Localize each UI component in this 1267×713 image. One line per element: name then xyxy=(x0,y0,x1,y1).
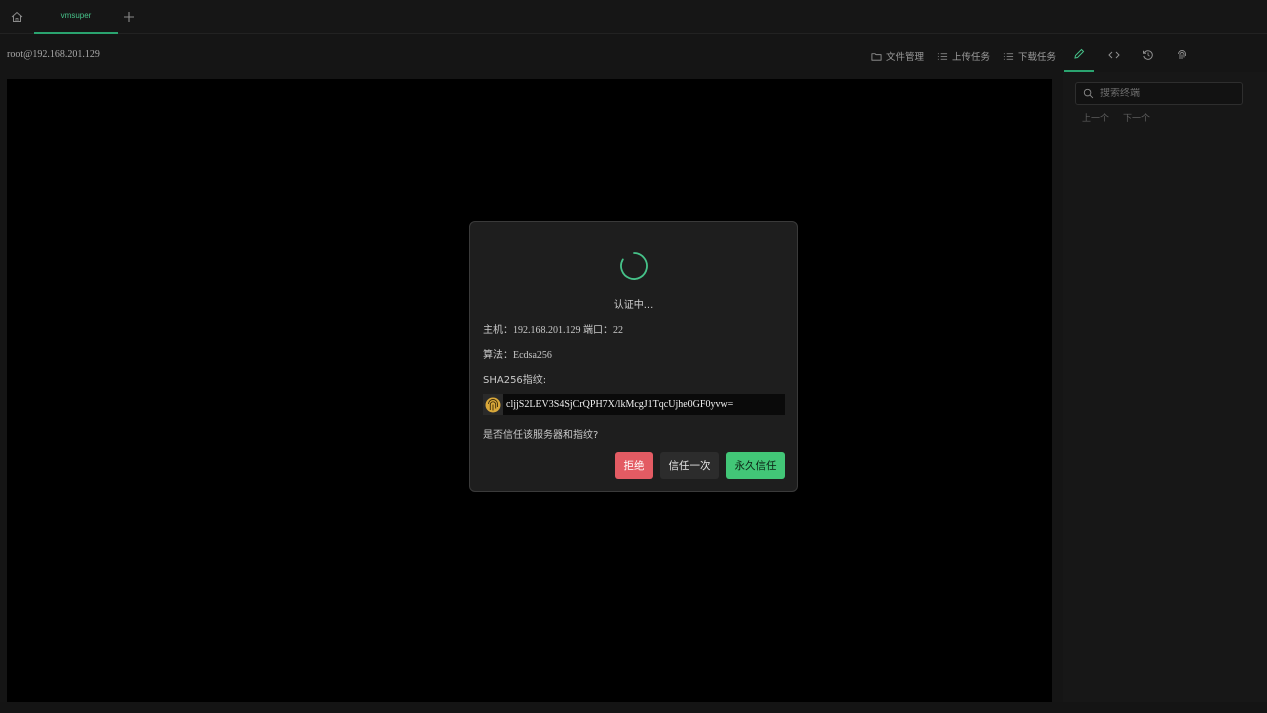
app-window: vmsuper root@192.168.201.129 文件管理 上传任务 下… xyxy=(0,0,1267,713)
host-key-dialog: 认证中... 主机：192.168.201.129 端口：22 算法：Ecdsa… xyxy=(469,221,798,492)
session-toolbar: root@192.168.201.129 文件管理 上传任务 下载任务 xyxy=(0,38,1267,72)
search-next-button[interactable]: 下一个 xyxy=(1123,111,1150,124)
host-port-line: 主机：192.168.201.129 端口：22 xyxy=(483,321,623,336)
fingerprint-label: SHA256指纹: xyxy=(483,375,547,386)
upload-tasks-button[interactable]: 上传任务 xyxy=(937,50,991,63)
file-manager-button[interactable]: 文件管理 xyxy=(871,50,925,63)
tab-bar: vmsuper xyxy=(0,0,1267,34)
reject-button[interactable]: 拒绝 xyxy=(615,452,653,479)
file-manager-label: 文件管理 xyxy=(886,52,925,63)
auth-status-text: 认证中... xyxy=(613,300,654,311)
trust-forever-button[interactable]: 永久信任 xyxy=(726,452,785,479)
fingerprint-icon xyxy=(1178,50,1186,59)
download-tasks-label: 下载任务 xyxy=(1018,52,1057,63)
history-icon xyxy=(1143,50,1153,60)
fingerprint-icon xyxy=(483,394,503,415)
upload-tasks-label: 上传任务 xyxy=(952,52,991,63)
search-icon xyxy=(1083,88,1094,99)
pencil-icon xyxy=(1074,48,1085,59)
search-nav: 上一个 下一个 xyxy=(1082,111,1150,124)
search-box xyxy=(1075,82,1243,105)
code-button[interactable] xyxy=(1099,38,1129,72)
trust-once-button[interactable]: 信任一次 xyxy=(660,452,719,479)
status-bar xyxy=(0,702,1267,713)
search-prev-button[interactable]: 上一个 xyxy=(1082,111,1109,124)
tab-vmsuper[interactable]: vmsuper xyxy=(34,0,118,34)
search-panel: 上一个 下一个 xyxy=(1063,72,1267,713)
algorithm-line: 算法：Ecdsa256 xyxy=(483,346,552,361)
spinner-icon xyxy=(620,252,648,280)
search-input[interactable] xyxy=(1100,88,1230,99)
home-icon[interactable] xyxy=(10,9,24,23)
download-tasks-button[interactable]: 下载任务 xyxy=(1003,50,1057,63)
list-icon xyxy=(937,52,948,60)
fingerprint-button[interactable] xyxy=(1167,38,1197,72)
list-icon xyxy=(1003,52,1014,60)
history-button[interactable] xyxy=(1133,38,1163,72)
algorithm-text: 算法：Ecdsa256 xyxy=(483,350,552,361)
fingerprint-value: cljjS2LEV3S4SjCrQPH7X/lkMcgJ1TqcUjhe0GF0… xyxy=(506,399,734,410)
folder-icon xyxy=(871,52,882,61)
code-icon xyxy=(1108,51,1120,59)
fingerprint-box: cljjS2LEV3S4SjCrQPH7X/lkMcgJ1TqcUjhe0GF0… xyxy=(483,394,785,415)
edit-button[interactable] xyxy=(1064,38,1094,72)
plus-icon[interactable] xyxy=(122,9,136,23)
session-host-label: root@192.168.201.129 xyxy=(7,49,100,60)
trust-question: 是否信任该服务器和指纹? xyxy=(483,430,599,441)
host-port-text: 主机：192.168.201.129 端口：22 xyxy=(483,325,623,336)
